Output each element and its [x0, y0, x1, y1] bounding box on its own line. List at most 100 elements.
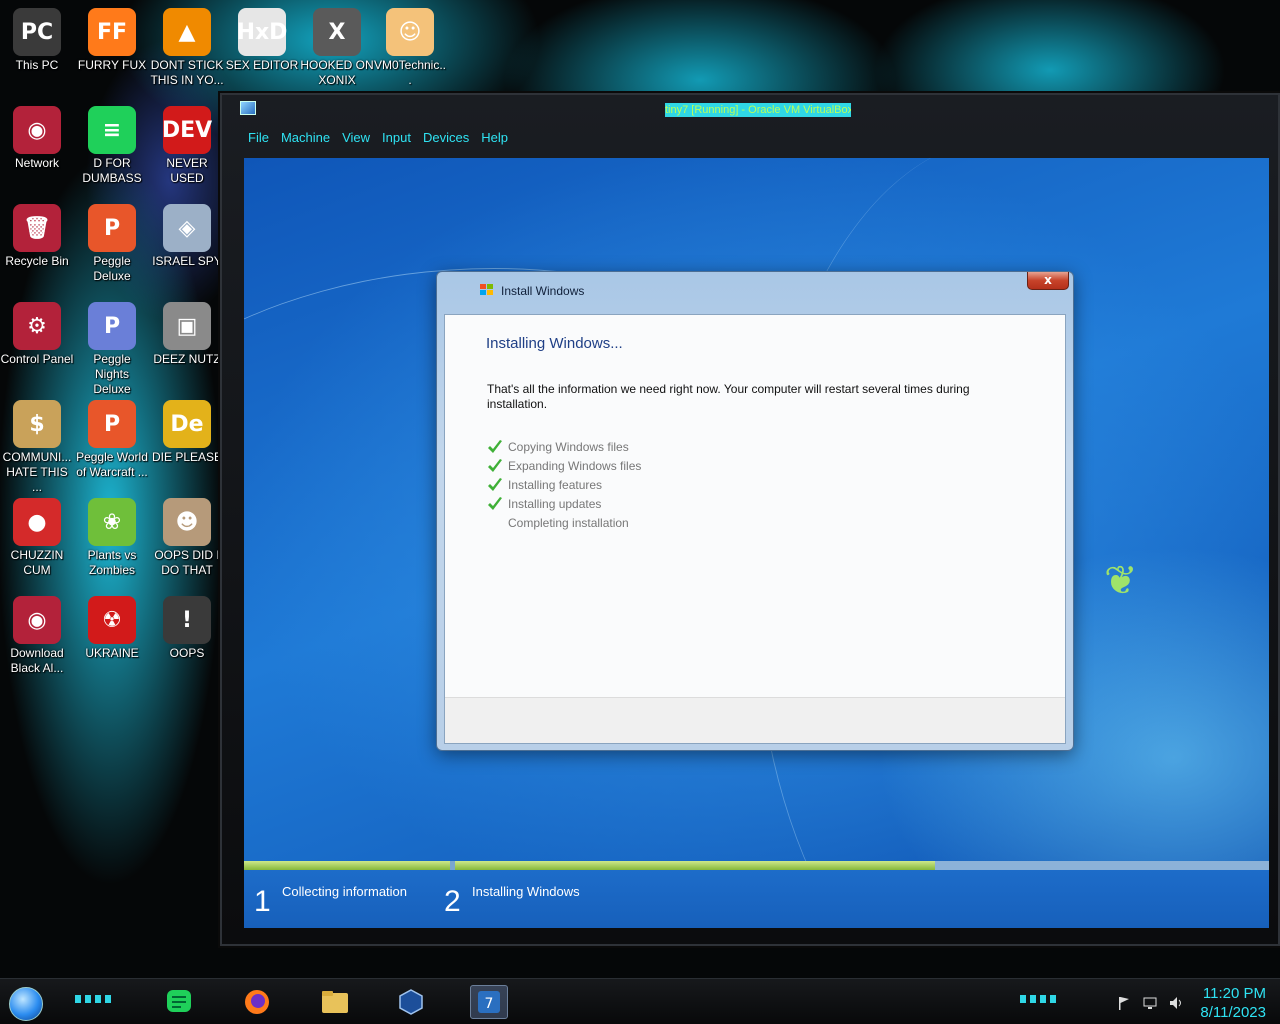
step-label: Installing Windows [472, 884, 580, 899]
desktop-icon-label: D FOR DUMBASS [82, 156, 142, 185]
virtualbox-app-icon [240, 101, 256, 115]
desktop-icon-label: OOPS [169, 646, 205, 660]
step-number: 1 [254, 885, 271, 918]
desktop-icon-label: UKRAINE [85, 646, 139, 660]
system-tray: 11:20 PM 8/11/2023 [1116, 983, 1266, 1023]
desktop-icon-label: Recycle Bin [5, 254, 69, 268]
menu-devices[interactable]: Devices [417, 128, 475, 148]
desktop-icon-label: ISRAEL SPY [152, 254, 222, 268]
desktop-icon[interactable]: ◈ ISRAEL SPY [150, 204, 224, 269]
task-label: Expanding Windows files [508, 459, 642, 473]
file-explorer-icon[interactable] [316, 985, 354, 1019]
menu-machine[interactable]: Machine [275, 128, 336, 148]
desktop-icon[interactable]: P Peggle Nights Deluxe [75, 302, 149, 397]
desktop-icon-label: OOPS DID I DO THAT [154, 548, 220, 577]
desktop-icon[interactable]: ≡ D FOR DUMBASS [75, 106, 149, 186]
desktop-icon[interactable]: De DIE PLEASE [150, 400, 224, 465]
clock[interactable]: 11:20 PM 8/11/2023 [1200, 984, 1266, 1022]
task-label: Installing updates [508, 497, 602, 511]
task-item: Expanding Windows files [487, 457, 641, 476]
close-button[interactable]: x [1027, 272, 1069, 290]
desktop-icon[interactable]: ! OOPS [150, 596, 224, 661]
chuzzle-icon: ● [13, 498, 61, 546]
virtualbox-glyph-icon [399, 989, 423, 1015]
page-title: Installing Windows... [486, 335, 623, 352]
window-titlebar[interactable]: tiny7 [Running] - Oracle VM VirtualBox [222, 95, 1278, 123]
desktop-icon-label: VM0Technic... [373, 58, 447, 87]
flag-icon[interactable] [1116, 995, 1132, 1011]
desktop-icon[interactable]: ⚙ Control Panel [0, 302, 74, 367]
start-button[interactable] [9, 987, 43, 1021]
task-label: Copying Windows files [508, 440, 629, 454]
menu-help[interactable]: Help [475, 128, 514, 148]
firefox-icon[interactable] [238, 985, 276, 1019]
download-icon: ◉ [13, 596, 61, 644]
desktop-icon[interactable]: ● CHUZZIN CUM [0, 498, 74, 578]
desktop-icon[interactable]: ▣ DEEZ NUTZ [150, 302, 224, 367]
desktop-icon[interactable]: X HOOKED ON XONIX [300, 8, 374, 88]
win7-vm-icon[interactable]: 7 [470, 985, 508, 1019]
virtualbox-icon[interactable] [392, 985, 430, 1019]
virtualbox-window: tiny7 [Running] - Oracle VM VirtualBox F… [220, 93, 1280, 946]
volume-icon[interactable] [1168, 995, 1184, 1011]
desktop-icon[interactable]: PC This PC [0, 8, 74, 73]
hxd-icon: HxD [237, 8, 287, 56]
peggle-icon: P [88, 204, 136, 252]
desktop-icon[interactable]: HxD SEX EDITOR [225, 8, 299, 73]
peggle-nights-icon: P [88, 302, 136, 350]
desktop-icon[interactable]: ◉ Network [0, 106, 74, 171]
task-item: Installing features [487, 476, 641, 495]
menu-view[interactable]: View [336, 128, 376, 148]
desktop-icon[interactable]: ☢ UKRAINE [75, 596, 149, 661]
desktop-icon-label: NEVER USED [166, 156, 208, 185]
dialog-footer [445, 697, 1065, 743]
desktop-icon-label: FURRY FUX [77, 58, 147, 72]
menu-input[interactable]: Input [376, 128, 417, 148]
windows-stack-icon: ▣ [163, 302, 211, 350]
menu-file[interactable]: File [242, 128, 275, 148]
vlc-icon: ▲ [163, 8, 211, 56]
desktop-icon-label: DIE PLEASE [151, 450, 223, 464]
desktop-icon-label: Peggle Nights Deluxe [93, 352, 131, 396]
task-item: Copying Windows files [487, 438, 641, 457]
desktop-icon[interactable]: ◉ Download Black Al... [0, 596, 74, 676]
desktop-icon[interactable]: $ COMMUNI... HATE THIS ... [0, 400, 74, 495]
desktop-icon-label: Peggle World of Warcraft ... [76, 450, 148, 479]
taskbar-decoration [1020, 995, 1060, 1003]
vbox-menubar: File Machine View Input Devices Help [242, 128, 514, 148]
setup-progress-track [244, 861, 1269, 870]
money-bag-icon: $ [13, 400, 61, 448]
desktop-icon-label: CHUZZIN CUM [10, 548, 64, 577]
desktop-icon[interactable]: P Peggle World of Warcraft ... [75, 400, 149, 480]
desktop-icon[interactable]: P Peggle Deluxe [75, 204, 149, 284]
desktop-icon[interactable]: ☺ VM0Technic... [373, 8, 447, 88]
leaf-decoration-icon: ❦ [1104, 558, 1138, 604]
network-icon: ◉ [13, 106, 61, 154]
step2-progress [455, 861, 1269, 870]
oops-icon: ! [163, 596, 211, 644]
step-label: Collecting information [282, 884, 408, 899]
network-tray-icon[interactable] [1142, 995, 1158, 1011]
clock-date: 8/11/2023 [1200, 1004, 1266, 1021]
desktop-icon-label: Download Black Al... [10, 646, 64, 675]
desktop-icon[interactable]: 🗑 Recycle Bin [0, 204, 74, 269]
checkmark-icon [488, 478, 502, 491]
clock-time: 11:20 PM [1202, 985, 1266, 1002]
desktop-icon-label: Plants vs Zombies [87, 548, 137, 577]
desktop-icon[interactable]: FF FURRY FUX [75, 8, 149, 73]
notes-app-icon[interactable] [160, 985, 198, 1019]
desktop-icon-label: Control Panel [0, 352, 74, 366]
install-windows-dialog: Install Windows x Installing Windows... … [436, 271, 1074, 751]
firefox-glyph-icon [245, 990, 269, 1014]
taskbar: 7 11:20 PM 8/11/2023 [0, 978, 1280, 1024]
desktop-icon[interactable]: DEV NEVER USED [150, 106, 224, 186]
guest-screen[interactable]: ❦ Install Windows x Installing Windows..… [244, 158, 1269, 928]
task-item: Completing installation [487, 514, 641, 533]
desktop-icon-label: SEX EDITOR [225, 58, 299, 72]
desktop-icon[interactable]: ☻ OOPS DID I DO THAT [150, 498, 224, 578]
desktop-icon[interactable]: ▲ DONT STICK THIS IN YO... [150, 8, 224, 88]
control-panel-icon: ⚙ [13, 302, 61, 350]
desktop-icon[interactable]: ❀ Plants vs Zombies [75, 498, 149, 578]
taskbar-decoration [75, 995, 115, 1003]
task-item: Installing updates [487, 495, 641, 514]
